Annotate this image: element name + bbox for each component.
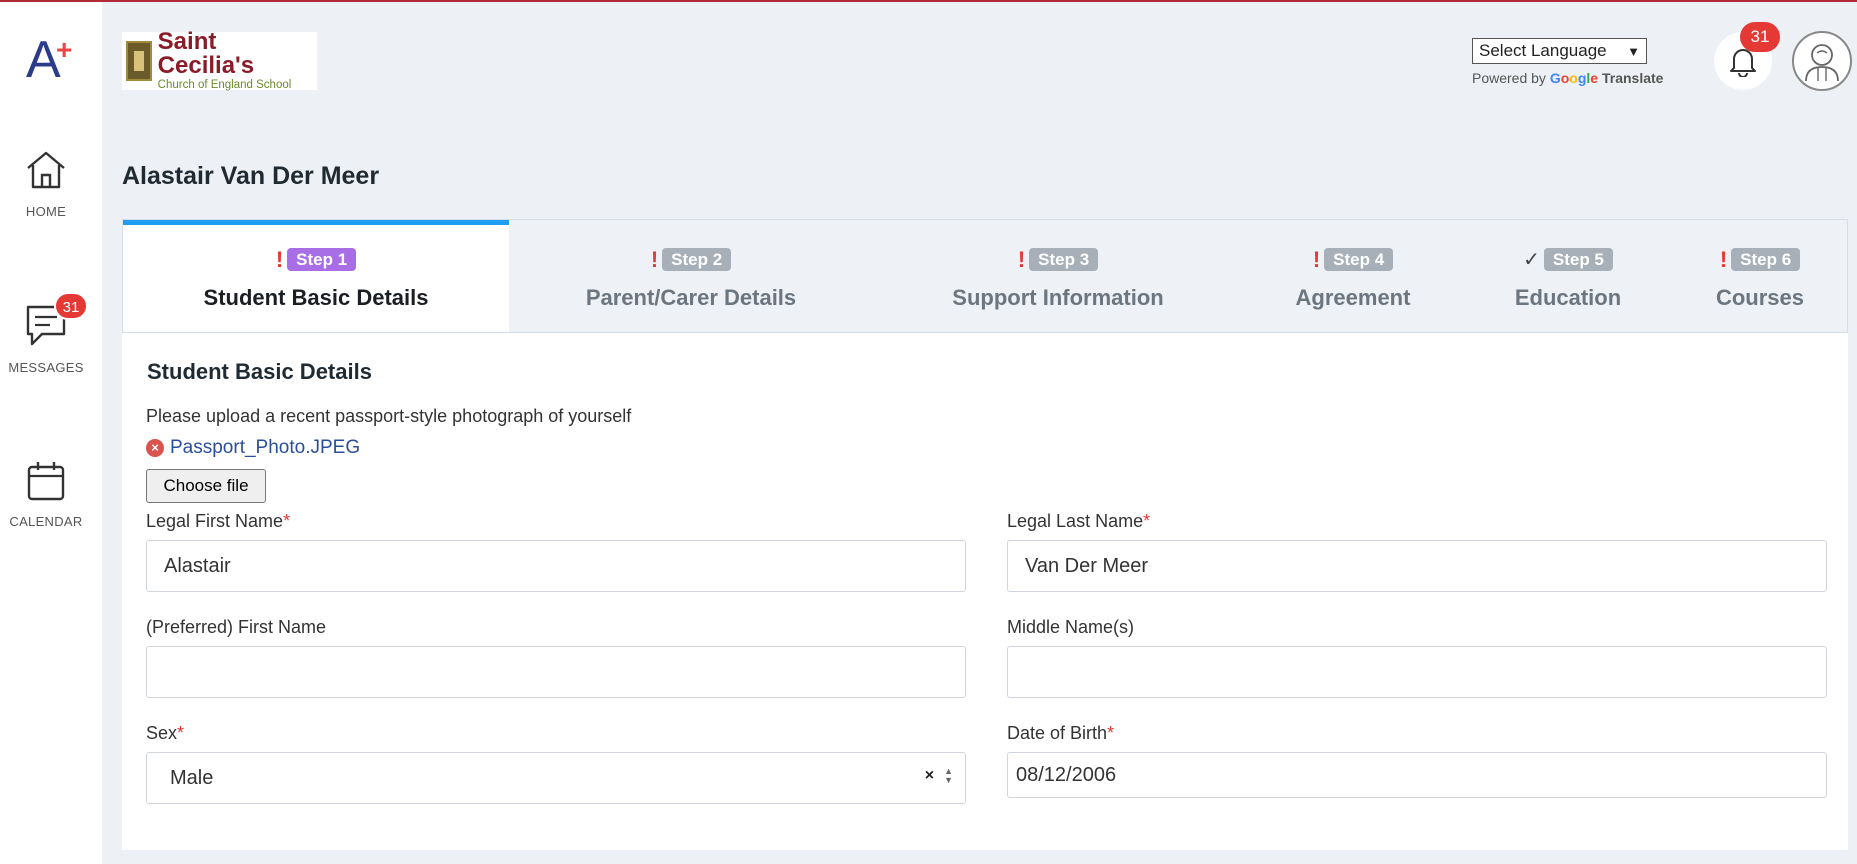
school-name: Saint Cecilia's bbox=[157, 28, 255, 80]
sex-select[interactable]: Male × ▲ ▼ bbox=[146, 752, 966, 804]
chevron-down-icon: ▼ bbox=[1627, 43, 1640, 59]
preferred-first-name-input[interactable] bbox=[146, 646, 966, 698]
sidebar-item-home[interactable]: HOME bbox=[0, 148, 92, 219]
tab-title: Education bbox=[1514, 285, 1622, 310]
dob-label: Date of Birth* bbox=[1007, 723, 1115, 743]
step-badge: Step 4 bbox=[1324, 248, 1394, 271]
warning-icon: ! bbox=[1719, 246, 1728, 272]
dob-value: 08/12/2006 bbox=[1016, 763, 1117, 786]
legal-first-name-label: Legal First Name* bbox=[146, 511, 291, 531]
tab-step-5[interactable]: ✓ Step 5 Education bbox=[1463, 220, 1673, 332]
legal-first-name-value: Alastair bbox=[164, 554, 231, 577]
middle-names-label: Middle Name(s) bbox=[1007, 617, 1135, 637]
tab-step-3[interactable]: ! Step 3 Support Information bbox=[873, 220, 1243, 332]
dob-input[interactable]: 08/12/2006 bbox=[1007, 752, 1827, 798]
tab-step-2[interactable]: ! Step 2 Parent/Carer Details bbox=[509, 220, 873, 332]
step-badge: Step 5 bbox=[1543, 248, 1613, 271]
step-badge: Step 6 bbox=[1731, 248, 1801, 271]
home-icon bbox=[27, 151, 65, 189]
tab-step-4[interactable]: ! Step 4 Agreement bbox=[1243, 220, 1463, 332]
powered-by-text: Powered by Google Translate bbox=[1472, 70, 1682, 86]
legal-last-name-input[interactable]: Van Der Meer bbox=[1007, 540, 1827, 592]
tab-title: Parent/Carer Details bbox=[585, 285, 797, 310]
language-select-value: Select Language bbox=[1479, 41, 1607, 60]
step-badge: Step 2 bbox=[662, 248, 732, 271]
clear-select-icon[interactable]: × bbox=[925, 767, 934, 785]
sidebar-item-label: CALENDAR bbox=[9, 514, 83, 529]
powered-by-label: Powered by bbox=[1472, 70, 1546, 86]
check-icon: ✓ bbox=[1523, 248, 1540, 271]
school-logo[interactable]: Saint Cecilia's Church of England School bbox=[122, 28, 317, 92]
sidebar-item-calendar[interactable]: CALENDAR bbox=[0, 460, 92, 529]
legal-last-name-label: Legal Last Name* bbox=[1007, 511, 1151, 531]
form-panel: Student Basic Details Please upload a re… bbox=[122, 333, 1848, 850]
uploaded-file-link[interactable]: Passport_Photo.JPEG bbox=[170, 437, 360, 459]
warning-icon: ! bbox=[1312, 246, 1321, 272]
sidebar-item-label: HOME bbox=[25, 204, 67, 219]
language-select[interactable]: Select Language ▼ bbox=[1472, 38, 1647, 64]
legal-last-name-value: Van Der Meer bbox=[1025, 554, 1149, 577]
notification-badge: 31 bbox=[1740, 22, 1780, 52]
choose-file-button[interactable]: Choose file bbox=[146, 469, 266, 503]
calendar-icon bbox=[27, 462, 65, 501]
step-badge: Step 3 bbox=[1029, 248, 1099, 271]
school-subtitle: Church of England School bbox=[157, 79, 292, 92]
sex-label: Sex* bbox=[146, 723, 185, 743]
avatar-icon bbox=[1805, 44, 1839, 82]
remove-file-icon[interactable]: × bbox=[146, 439, 164, 457]
sidebar: A + HOME 31 MESSAGES CALENDAR bbox=[0, 2, 102, 864]
app-logo-plus: + bbox=[56, 34, 73, 65]
step-badge: Step 1 bbox=[287, 248, 357, 271]
preferred-first-name-label: (Preferred) First Name bbox=[146, 617, 327, 637]
section-title: Student Basic Details bbox=[147, 359, 372, 384]
tab-title: Courses bbox=[1715, 285, 1805, 310]
sex-select-value: Male bbox=[170, 766, 214, 789]
warning-icon: ! bbox=[275, 246, 284, 272]
upload-instructions: Please upload a recent passport-style ph… bbox=[146, 406, 632, 426]
tab-step-6[interactable]: ! Step 6 Courses bbox=[1673, 220, 1847, 332]
step-tabs: ! Step 1 Student Basic Details ! Step 2 … bbox=[122, 219, 1848, 333]
middle-names-input[interactable] bbox=[1007, 646, 1827, 698]
user-avatar[interactable] bbox=[1792, 31, 1852, 91]
google-translate-widget: Select Language ▼ Powered by Google Tran… bbox=[1472, 38, 1682, 86]
page-title: Alastair Van Der Meer bbox=[122, 162, 380, 190]
warning-icon: ! bbox=[650, 246, 659, 272]
tab-step-1[interactable]: ! Step 1 Student Basic Details bbox=[123, 220, 509, 332]
legal-first-name-input[interactable]: Alastair bbox=[146, 540, 966, 592]
tab-title: Agreement bbox=[1295, 285, 1411, 310]
sidebar-item-label: MESSAGES bbox=[8, 360, 84, 375]
messages-badge: 31 bbox=[54, 292, 88, 320]
app-logo[interactable]: A + bbox=[26, 30, 76, 90]
sort-arrows-icon: ▲ ▼ bbox=[944, 766, 953, 785]
warning-icon: ! bbox=[1017, 246, 1026, 272]
sidebar-item-messages[interactable]: 31 MESSAGES bbox=[0, 292, 92, 375]
tab-title: Support Information bbox=[952, 285, 1164, 310]
school-crest-icon bbox=[126, 41, 152, 81]
translate-label: Translate bbox=[1601, 70, 1664, 86]
google-logo[interactable]: Google bbox=[1550, 70, 1598, 86]
uploaded-file: × Passport_Photo.JPEG bbox=[146, 437, 360, 459]
tab-title: Student Basic Details bbox=[203, 285, 429, 310]
